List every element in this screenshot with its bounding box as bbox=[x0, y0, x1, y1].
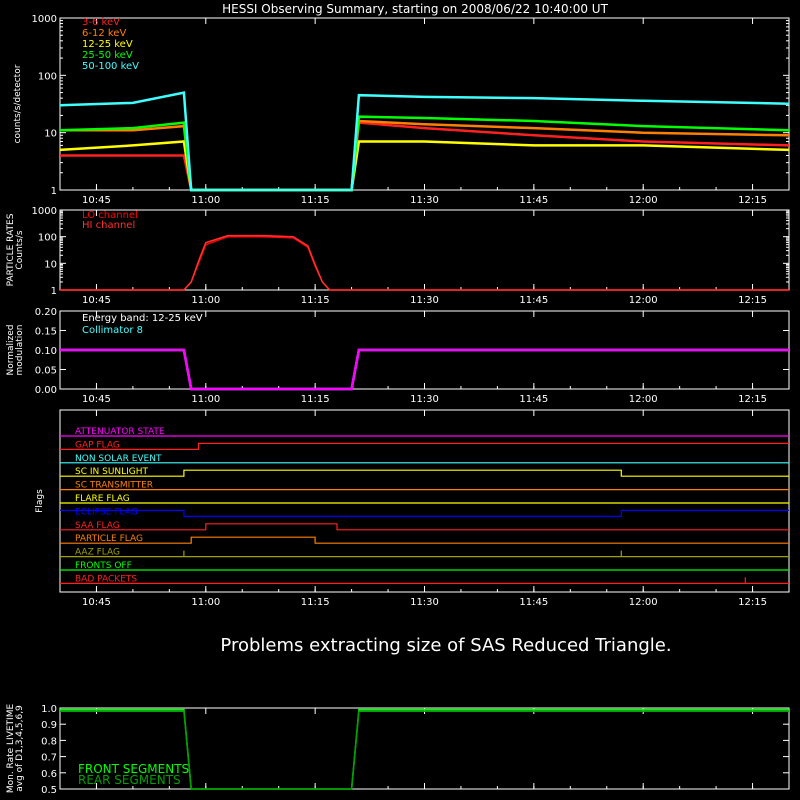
legend-25-50-kev: 25-50 keV bbox=[82, 50, 133, 61]
flag-particle-flag bbox=[60, 536, 789, 544]
flag-label-fronts-off: FRONTS OFF bbox=[75, 561, 132, 571]
figure-title: HESSI Observing Summary, starting on 200… bbox=[222, 2, 608, 16]
panel-4-ytick-label: 0.9 bbox=[41, 720, 57, 731]
panel-3-ylabel: Flags bbox=[35, 489, 45, 513]
panel-3-xtick-label: 11:15 bbox=[301, 597, 330, 608]
panel-4-ylabel-2: avg of D1,3,4,5,6,9 bbox=[15, 705, 25, 792]
panel-0-xtick-label: 11:15 bbox=[301, 195, 330, 206]
panel-1-xtick-label: 11:15 bbox=[301, 295, 330, 306]
panel-0-xtick-label: 10:45 bbox=[82, 195, 111, 206]
panel-2-xtick-label: 11:30 bbox=[410, 394, 439, 405]
panel-1-xtick-label: 12:15 bbox=[738, 295, 767, 306]
panel-2-ylabel-2: modulation bbox=[15, 325, 25, 376]
panel-3-xtick-label: 11:30 bbox=[410, 597, 439, 608]
flag-label-aaz-flag: AAZ FLAG bbox=[75, 548, 120, 558]
panel-2-ytick-label: 0.10 bbox=[35, 346, 57, 357]
panel-4-ytick-label: 0.8 bbox=[41, 736, 57, 747]
series-12-25-kev bbox=[59, 140, 790, 192]
legend-6-12-kev: 6-12 keV bbox=[82, 28, 126, 39]
panel-1-ylabel-unit: Counts/s bbox=[15, 230, 25, 269]
flag-label-flare-flag: FLARE FLAG bbox=[75, 494, 130, 504]
panel-1-ytick-label: 1000 bbox=[32, 206, 57, 217]
panel-4-ytick-label: 0.6 bbox=[41, 769, 57, 780]
flag-label-saa-flag: SAA FLAG bbox=[75, 521, 120, 531]
panel-0-ytick-label: 1 bbox=[51, 186, 57, 197]
flag-bad-packets bbox=[60, 577, 789, 585]
panel-4-ytick-label: 0.5 bbox=[41, 785, 57, 796]
panel-3-xtick-label: 12:00 bbox=[629, 597, 658, 608]
panel-0-xtick-label: 12:00 bbox=[629, 195, 658, 206]
panel-2-xtick-label: 12:00 bbox=[629, 394, 658, 405]
panel-2-ytick-label: 0.00 bbox=[35, 385, 57, 396]
panel-0-ytick-label: 1000 bbox=[32, 14, 57, 25]
legend-energy-band: Energy band: 12-25 keV bbox=[82, 313, 203, 324]
panel-3-frame bbox=[59, 409, 790, 593]
series-lo-channel bbox=[60, 235, 789, 291]
legend-collimator: Collimator 8 bbox=[82, 325, 143, 336]
panel-1-xtick-label: 12:00 bbox=[629, 295, 658, 306]
flag-label-bad-packets: BAD PACKETS bbox=[75, 574, 137, 584]
flag-gap-flag bbox=[60, 442, 789, 450]
flag-sc-in-sunlight bbox=[60, 469, 789, 477]
flag-aaz-flag bbox=[60, 550, 789, 558]
panel-2-ytick-label: 0.20 bbox=[35, 307, 57, 318]
flag-label-gap-flag: GAP FLAG bbox=[75, 440, 120, 450]
panel-1-xtick-label: 11:30 bbox=[410, 295, 439, 306]
panel-1-xtick-label: 11:45 bbox=[519, 295, 548, 306]
panel-3-xtick-label: 10:45 bbox=[82, 597, 111, 608]
flag-label-attenuator-state: ATTENUATOR STATE bbox=[75, 427, 165, 437]
panel-2-xtick-label: 11:00 bbox=[191, 394, 220, 405]
flag-label-non-solar-event: NON SOLAR EVENT bbox=[75, 454, 162, 464]
panel-2-ytick-label: 0.05 bbox=[35, 366, 57, 377]
series-hi-channel bbox=[60, 234, 789, 291]
panel-4-ytick-label: 0.7 bbox=[41, 753, 57, 764]
panel-0-xtick-label: 12:15 bbox=[738, 195, 767, 206]
flag-label-particle-flag: PARTICLE FLAG bbox=[75, 534, 143, 544]
panel-0-xtick-label: 11:45 bbox=[519, 195, 548, 206]
flag-label-sc-in-sunlight: SC IN SUNLIGHT bbox=[75, 467, 149, 477]
panels: 1 10 100 1000 10:45 11:00 11:15 11:30 11:45 12:00… bbox=[6, 14, 790, 796]
panel-1-xtick-label: 10:45 bbox=[82, 295, 111, 306]
panel-1-ytick-label: 10 bbox=[44, 259, 57, 270]
panel-1-frame bbox=[59, 209, 790, 291]
panel-0-ytick-label: 100 bbox=[38, 71, 57, 82]
sas-notice: Problems extracting size of SAS Reduced … bbox=[220, 635, 671, 656]
flag-label-sc-transmitter: SC TRANSMITTER bbox=[75, 481, 153, 491]
panel-0-ylabel: counts/s/detector bbox=[13, 64, 23, 143]
panel-3-xtick-label: 12:15 bbox=[738, 597, 767, 608]
panel-2-xtick-label: 11:15 bbox=[301, 394, 330, 405]
legend-3-6-kev: 3-6 keV bbox=[82, 17, 120, 28]
panel-1-ytick-label: 1 bbox=[51, 286, 57, 297]
panel-2-xtick-label: 12:15 bbox=[738, 394, 767, 405]
flag-eclipse-flag bbox=[60, 509, 789, 518]
panel-0-xtick-label: 11:30 bbox=[410, 195, 439, 206]
flag-saa-flag bbox=[60, 523, 789, 531]
panel-2-ytick-label: 0.15 bbox=[35, 327, 57, 338]
legend-hi-channel: HI channel bbox=[82, 220, 135, 231]
legend-50-100-kev: 50-100 keV bbox=[82, 61, 139, 72]
panel-2-xtick-label: 11:45 bbox=[519, 394, 548, 405]
panel-4-ytick-label: 1.0 bbox=[41, 704, 57, 715]
flag-label-eclipse-flag: ECLIPSE FLAG bbox=[75, 507, 138, 517]
panel-1-xtick-label: 11:00 bbox=[191, 295, 220, 306]
legend-12-25-kev: 12-25 keV bbox=[82, 39, 133, 50]
panel-0-frame bbox=[59, 17, 790, 191]
panel-0-xtick-label: 11:00 bbox=[191, 195, 220, 206]
panel-0-ylabel-line: counts/s/detector bbox=[13, 64, 23, 143]
panel-1-ytick-label: 100 bbox=[38, 233, 57, 244]
legend-rear-segments: REAR SEGMENTS bbox=[78, 773, 181, 787]
panel-3-xtick-label: 11:45 bbox=[519, 597, 548, 608]
panel-2-xtick-label: 10:45 bbox=[82, 394, 111, 405]
panel-0-ytick-label: 10 bbox=[44, 129, 57, 140]
panel-3-xtick-label: 11:00 bbox=[191, 597, 220, 608]
hessi-summary-figure: HESSI Observing Summary, starting on 200… bbox=[6, 2, 790, 796]
